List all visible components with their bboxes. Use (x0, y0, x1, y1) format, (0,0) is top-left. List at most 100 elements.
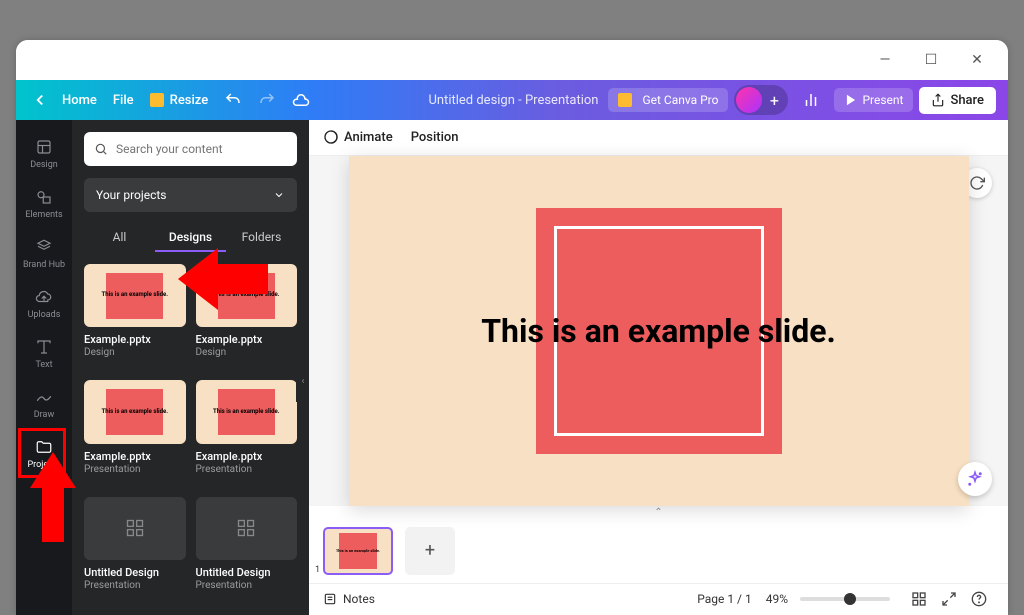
panel-search[interactable] (84, 132, 297, 166)
slide-thumbstrip: 1 This is an example slide. + (309, 518, 1008, 582)
annotation-highlight (18, 428, 66, 478)
panel-collapse-handle[interactable]: ‹ (296, 360, 309, 402)
canvas-area: Animate Position This is an example slid… (309, 120, 1008, 615)
rail-brandhub[interactable]: Brand Hub (16, 228, 72, 278)
rail-draw[interactable]: Draw (16, 378, 72, 428)
rail-uploads[interactable]: Uploads (16, 278, 72, 328)
project-card[interactable]: Untitled DesignPresentation (196, 497, 298, 603)
redo-icon[interactable] (252, 85, 282, 115)
notes-icon (323, 592, 337, 606)
magic-button[interactable] (958, 462, 992, 496)
page-indicator[interactable]: Page 1 / 1 (697, 592, 752, 606)
present-button[interactable]: Present (834, 88, 913, 112)
window-titlebar: — ☐ ✕ (16, 40, 1008, 80)
project-thumb (196, 497, 298, 560)
project-subtitle: Design (84, 347, 186, 358)
add-slide-button[interactable]: + (405, 527, 455, 575)
project-title: Untitled Design (196, 566, 298, 579)
rail-text[interactable]: Text (16, 328, 72, 378)
position-button[interactable]: Position (411, 130, 459, 145)
project-title: Example.pptx (84, 450, 186, 463)
project-thumb: This is an example slide. (196, 380, 298, 443)
tab-designs[interactable]: Designs (155, 224, 226, 252)
project-card[interactable]: This is an example slide. Example.pptxDes… (84, 264, 186, 370)
help-icon[interactable] (967, 587, 991, 611)
slide-number: 1 (315, 565, 320, 575)
window-maximize-button[interactable]: ☐ (908, 44, 954, 76)
grid-icon (236, 518, 256, 538)
project-thumb (84, 497, 186, 560)
sparkle-icon (966, 470, 984, 488)
project-subtitle: Presentation (196, 464, 298, 475)
projects-dropdown[interactable]: Your projects (84, 178, 297, 212)
window-minimize-button[interactable]: — (862, 44, 908, 76)
notes-toggle[interactable]: Notes (323, 592, 375, 606)
bottom-bar: Notes Page 1 / 1 49% (309, 583, 1008, 615)
pencil-icon (34, 387, 54, 407)
project-title: Example.pptx (196, 450, 298, 463)
cloud-upload-icon (34, 287, 54, 307)
project-card[interactable]: This is an example slide. Example.pptxPre… (196, 380, 298, 486)
project-title: Example.pptx (84, 333, 186, 346)
cloud-sync-icon[interactable] (286, 85, 316, 115)
project-subtitle: Design (196, 347, 298, 358)
projects-grid: This is an example slide.Example.pptxDes… (84, 264, 297, 603)
animate-icon (323, 129, 339, 145)
animate-button[interactable]: Animate (323, 129, 393, 145)
file-menu[interactable]: File (105, 89, 142, 112)
rail-projects[interactable]: Projects (16, 428, 72, 478)
get-pro-button[interactable]: Get Canva Pro (608, 88, 728, 112)
brand-icon (34, 237, 54, 257)
resize-button[interactable]: Resize (142, 89, 217, 112)
window-close-button[interactable]: ✕ (954, 44, 1000, 76)
canvas-toolbar: Animate Position (309, 120, 1008, 156)
project-thumb: This is an example slide. (84, 380, 186, 443)
project-subtitle: Presentation (84, 580, 186, 591)
project-subtitle: Presentation (84, 464, 186, 475)
app-topbar: Home File Resize Untitled design - Prese… (16, 80, 1008, 120)
project-card[interactable]: Untitled DesignPresentation (84, 497, 186, 603)
crown-icon (150, 93, 164, 107)
project-card[interactable]: This is an example slide. Example.pptxPre… (84, 380, 186, 486)
project-subtitle: Presentation (196, 580, 298, 591)
search-input[interactable] (116, 142, 287, 156)
slide-thumb-1[interactable]: 1 This is an example slide. (323, 527, 393, 575)
share-button[interactable]: Share (919, 87, 996, 114)
panel-tabs: All Designs Folders (84, 224, 297, 252)
collaborator-group[interactable]: + (734, 85, 788, 115)
shapes-icon (34, 187, 54, 207)
rail-design[interactable]: Design (16, 128, 72, 178)
text-icon (34, 337, 54, 357)
back-icon[interactable] (28, 88, 52, 112)
project-card[interactable]: This is an example slide.Example.pptxDes… (196, 264, 298, 370)
avatar (736, 87, 762, 113)
chevron-down-icon (273, 189, 285, 201)
rail-elements[interactable]: Elements (16, 178, 72, 228)
grid-view-icon[interactable] (907, 587, 931, 611)
main-area: Design Elements Brand Hub Uploads Text D… (16, 120, 1008, 615)
side-panel: Your projects All Designs Folders This i… (72, 120, 309, 615)
analytics-icon[interactable] (796, 85, 826, 115)
project-thumb: This is an example slide. (84, 264, 186, 327)
refresh-icon (969, 175, 985, 191)
template-icon (34, 137, 54, 157)
undo-icon[interactable] (218, 85, 248, 115)
grid-icon (125, 518, 145, 538)
crown-icon (618, 93, 632, 107)
slide-main-text[interactable]: This is an example slide. (481, 312, 836, 350)
zoom-level[interactable]: 49% (766, 592, 788, 606)
zoom-slider[interactable] (800, 597, 890, 601)
canvas-viewport[interactable]: This is an example slide. (309, 156, 1008, 506)
thumbstrip-collapse[interactable]: ⌃ (309, 506, 1008, 519)
fullscreen-icon[interactable] (937, 587, 961, 611)
document-title[interactable]: Untitled design - Presentation (428, 93, 598, 108)
project-title: Example.pptx (196, 333, 298, 346)
project-title: Untitled Design (84, 566, 186, 579)
home-button[interactable]: Home (54, 89, 105, 112)
left-rail: Design Elements Brand Hub Uploads Text D… (16, 120, 72, 615)
tab-folders[interactable]: Folders (226, 224, 297, 252)
slide-canvas[interactable]: This is an example slide. (349, 156, 969, 506)
search-icon (94, 142, 108, 156)
tab-all[interactable]: All (84, 224, 155, 252)
add-collaborator-icon[interactable]: + (762, 91, 786, 110)
